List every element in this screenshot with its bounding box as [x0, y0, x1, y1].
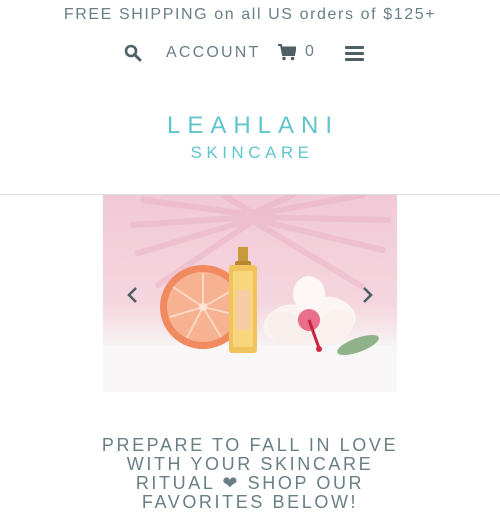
shopping-cart-icon: [278, 43, 296, 60]
announcement-bar: FREE SHIPPING on all US orders of $125+: [0, 0, 500, 30]
top-nav: ACCOUNT 0: [0, 40, 500, 68]
logo-brand-text: LEAHLANI: [166, 112, 340, 139]
cart-count: 0: [305, 43, 315, 60]
account-link[interactable]: ACCOUNT: [166, 44, 261, 62]
hero-headline: PREPARE TO FALL IN LOVE WITH YOUR SKINCA…: [0, 436, 500, 512]
logo-sub-text: SKINCARE: [190, 143, 314, 162]
hero-slideshow[interactable]: [103, 195, 397, 392]
chevron-left-icon[interactable]: [126, 285, 140, 305]
hamburger-menu-icon[interactable]: [345, 46, 364, 62]
free-shipping-text: FREE SHIPPING on all US orders of $125+: [63, 6, 437, 23]
chevron-right-icon[interactable]: [360, 285, 374, 305]
headline-line-3: RITUAL ❤ SHOP OUR: [135, 473, 365, 493]
cart-link[interactable]: 0: [278, 43, 315, 61]
headline-line-4: FAVORITES BELOW!: [141, 492, 359, 512]
site-logo[interactable]: LEAHLANI SKINCARE: [0, 112, 500, 164]
product-photo-icon: [103, 195, 397, 392]
search-icon[interactable]: [124, 44, 142, 62]
headline-line-2: WITH YOUR SKINCARE: [126, 454, 374, 474]
headline-line-1: PREPARE TO FALL IN LOVE: [101, 435, 399, 455]
